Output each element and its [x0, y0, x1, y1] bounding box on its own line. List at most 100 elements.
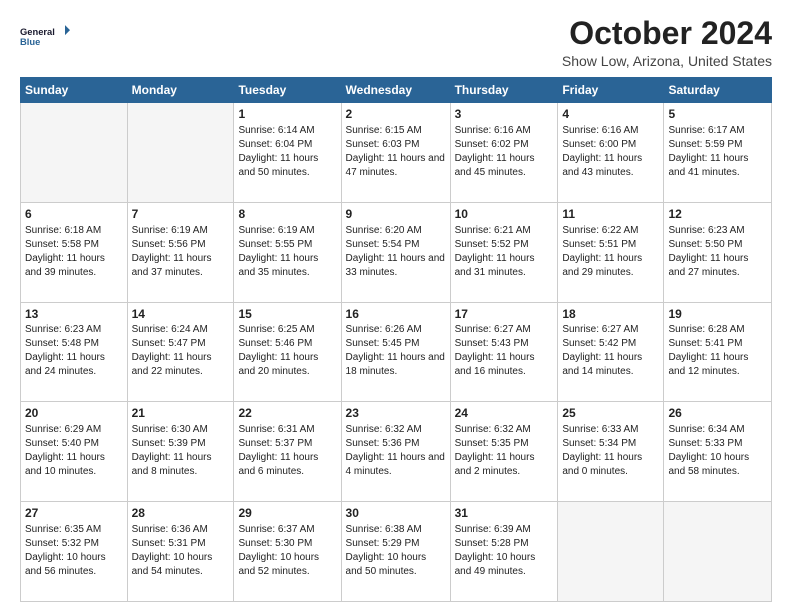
day-detail: Sunrise: 6:35 AM Sunset: 5:32 PM Dayligh… — [25, 523, 123, 579]
day-number: 3 — [455, 106, 554, 123]
day-detail: Sunrise: 6:16 AM Sunset: 6:00 PM Dayligh… — [562, 124, 659, 180]
day-header-saturday: Saturday — [664, 78, 772, 103]
day-detail: Sunrise: 6:25 AM Sunset: 5:46 PM Dayligh… — [238, 323, 336, 379]
month-title: October 2024 — [562, 16, 772, 51]
logo: General Blue — [20, 16, 70, 58]
calendar-day: 11Sunrise: 6:22 AM Sunset: 5:51 PM Dayli… — [558, 202, 664, 302]
calendar-day: 17Sunrise: 6:27 AM Sunset: 5:43 PM Dayli… — [450, 302, 558, 402]
calendar-day: 25Sunrise: 6:33 AM Sunset: 5:34 PM Dayli… — [558, 402, 664, 502]
day-number: 17 — [455, 306, 554, 323]
day-number: 23 — [346, 405, 446, 422]
day-detail: Sunrise: 6:21 AM Sunset: 5:52 PM Dayligh… — [455, 224, 554, 280]
day-detail: Sunrise: 6:19 AM Sunset: 5:56 PM Dayligh… — [132, 224, 230, 280]
day-header-monday: Monday — [127, 78, 234, 103]
day-detail: Sunrise: 6:18 AM Sunset: 5:58 PM Dayligh… — [25, 224, 123, 280]
calendar-day: 26Sunrise: 6:34 AM Sunset: 5:33 PM Dayli… — [664, 402, 772, 502]
calendar-day — [664, 502, 772, 602]
day-number: 12 — [668, 206, 767, 223]
calendar-day: 19Sunrise: 6:28 AM Sunset: 5:41 PM Dayli… — [664, 302, 772, 402]
calendar-day: 21Sunrise: 6:30 AM Sunset: 5:39 PM Dayli… — [127, 402, 234, 502]
calendar-day — [21, 103, 128, 203]
day-number: 20 — [25, 405, 123, 422]
calendar-day: 31Sunrise: 6:39 AM Sunset: 5:28 PM Dayli… — [450, 502, 558, 602]
calendar-day: 6Sunrise: 6:18 AM Sunset: 5:58 PM Daylig… — [21, 202, 128, 302]
calendar-day: 20Sunrise: 6:29 AM Sunset: 5:40 PM Dayli… — [21, 402, 128, 502]
day-number: 24 — [455, 405, 554, 422]
day-detail: Sunrise: 6:32 AM Sunset: 5:36 PM Dayligh… — [346, 423, 446, 479]
day-number: 5 — [668, 106, 767, 123]
calendar-day: 8Sunrise: 6:19 AM Sunset: 5:55 PM Daylig… — [234, 202, 341, 302]
calendar-day: 18Sunrise: 6:27 AM Sunset: 5:42 PM Dayli… — [558, 302, 664, 402]
day-number: 29 — [238, 505, 336, 522]
day-detail: Sunrise: 6:22 AM Sunset: 5:51 PM Dayligh… — [562, 224, 659, 280]
day-detail: Sunrise: 6:39 AM Sunset: 5:28 PM Dayligh… — [455, 523, 554, 579]
day-number: 27 — [25, 505, 123, 522]
calendar-day: 24Sunrise: 6:32 AM Sunset: 5:35 PM Dayli… — [450, 402, 558, 502]
calendar-week-3: 20Sunrise: 6:29 AM Sunset: 5:40 PM Dayli… — [21, 402, 772, 502]
day-detail: Sunrise: 6:36 AM Sunset: 5:31 PM Dayligh… — [132, 523, 230, 579]
calendar-day: 28Sunrise: 6:36 AM Sunset: 5:31 PM Dayli… — [127, 502, 234, 602]
day-number: 21 — [132, 405, 230, 422]
calendar-week-2: 13Sunrise: 6:23 AM Sunset: 5:48 PM Dayli… — [21, 302, 772, 402]
calendar-day: 2Sunrise: 6:15 AM Sunset: 6:03 PM Daylig… — [341, 103, 450, 203]
day-number: 30 — [346, 505, 446, 522]
calendar-day: 27Sunrise: 6:35 AM Sunset: 5:32 PM Dayli… — [21, 502, 128, 602]
calendar-week-1: 6Sunrise: 6:18 AM Sunset: 5:58 PM Daylig… — [21, 202, 772, 302]
day-detail: Sunrise: 6:27 AM Sunset: 5:42 PM Dayligh… — [562, 323, 659, 379]
calendar-day: 15Sunrise: 6:25 AM Sunset: 5:46 PM Dayli… — [234, 302, 341, 402]
calendar-week-4: 27Sunrise: 6:35 AM Sunset: 5:32 PM Dayli… — [21, 502, 772, 602]
calendar-day: 9Sunrise: 6:20 AM Sunset: 5:54 PM Daylig… — [341, 202, 450, 302]
day-detail: Sunrise: 6:24 AM Sunset: 5:47 PM Dayligh… — [132, 323, 230, 379]
day-detail: Sunrise: 6:23 AM Sunset: 5:48 PM Dayligh… — [25, 323, 123, 379]
day-header-friday: Friday — [558, 78, 664, 103]
calendar-day: 7Sunrise: 6:19 AM Sunset: 5:56 PM Daylig… — [127, 202, 234, 302]
logo-svg: General Blue — [20, 16, 70, 58]
day-detail: Sunrise: 6:37 AM Sunset: 5:30 PM Dayligh… — [238, 523, 336, 579]
day-detail: Sunrise: 6:14 AM Sunset: 6:04 PM Dayligh… — [238, 124, 336, 180]
day-number: 15 — [238, 306, 336, 323]
day-number: 13 — [25, 306, 123, 323]
day-detail: Sunrise: 6:38 AM Sunset: 5:29 PM Dayligh… — [346, 523, 446, 579]
calendar-day: 10Sunrise: 6:21 AM Sunset: 5:52 PM Dayli… — [450, 202, 558, 302]
day-detail: Sunrise: 6:33 AM Sunset: 5:34 PM Dayligh… — [562, 423, 659, 479]
calendar: SundayMondayTuesdayWednesdayThursdayFrid… — [20, 77, 772, 602]
day-number: 18 — [562, 306, 659, 323]
day-number: 7 — [132, 206, 230, 223]
day-detail: Sunrise: 6:27 AM Sunset: 5:43 PM Dayligh… — [455, 323, 554, 379]
day-number: 6 — [25, 206, 123, 223]
location: Show Low, Arizona, United States — [562, 53, 772, 69]
day-number: 9 — [346, 206, 446, 223]
day-detail: Sunrise: 6:29 AM Sunset: 5:40 PM Dayligh… — [25, 423, 123, 479]
day-header-sunday: Sunday — [21, 78, 128, 103]
calendar-header-row: SundayMondayTuesdayWednesdayThursdayFrid… — [21, 78, 772, 103]
day-number: 16 — [346, 306, 446, 323]
day-number: 31 — [455, 505, 554, 522]
svg-text:Blue: Blue — [20, 37, 40, 47]
calendar-day — [558, 502, 664, 602]
day-detail: Sunrise: 6:19 AM Sunset: 5:55 PM Dayligh… — [238, 224, 336, 280]
calendar-day: 30Sunrise: 6:38 AM Sunset: 5:29 PM Dayli… — [341, 502, 450, 602]
day-number: 2 — [346, 106, 446, 123]
day-detail: Sunrise: 6:23 AM Sunset: 5:50 PM Dayligh… — [668, 224, 767, 280]
day-detail: Sunrise: 6:20 AM Sunset: 5:54 PM Dayligh… — [346, 224, 446, 280]
calendar-day — [127, 103, 234, 203]
day-header-thursday: Thursday — [450, 78, 558, 103]
day-header-wednesday: Wednesday — [341, 78, 450, 103]
day-detail: Sunrise: 6:17 AM Sunset: 5:59 PM Dayligh… — [668, 124, 767, 180]
day-number: 25 — [562, 405, 659, 422]
calendar-day: 23Sunrise: 6:32 AM Sunset: 5:36 PM Dayli… — [341, 402, 450, 502]
header: General Blue October 2024 Show Low, Ariz… — [20, 16, 772, 69]
calendar-day: 3Sunrise: 6:16 AM Sunset: 6:02 PM Daylig… — [450, 103, 558, 203]
day-detail: Sunrise: 6:34 AM Sunset: 5:33 PM Dayligh… — [668, 423, 767, 479]
calendar-day: 22Sunrise: 6:31 AM Sunset: 5:37 PM Dayli… — [234, 402, 341, 502]
day-number: 22 — [238, 405, 336, 422]
title-block: October 2024 Show Low, Arizona, United S… — [562, 16, 772, 69]
day-detail: Sunrise: 6:26 AM Sunset: 5:45 PM Dayligh… — [346, 323, 446, 379]
day-number: 10 — [455, 206, 554, 223]
calendar-day: 29Sunrise: 6:37 AM Sunset: 5:30 PM Dayli… — [234, 502, 341, 602]
day-number: 14 — [132, 306, 230, 323]
day-detail: Sunrise: 6:32 AM Sunset: 5:35 PM Dayligh… — [455, 423, 554, 479]
day-detail: Sunrise: 6:15 AM Sunset: 6:03 PM Dayligh… — [346, 124, 446, 180]
day-detail: Sunrise: 6:28 AM Sunset: 5:41 PM Dayligh… — [668, 323, 767, 379]
calendar-week-0: 1Sunrise: 6:14 AM Sunset: 6:04 PM Daylig… — [21, 103, 772, 203]
